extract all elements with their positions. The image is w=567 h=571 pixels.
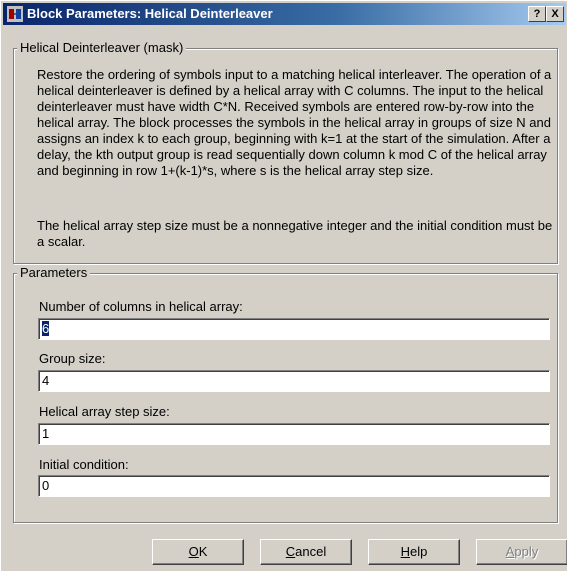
ok-button[interactable]: OK (152, 539, 244, 565)
step-size-label: Helical array step size: (39, 404, 170, 419)
help-button[interactable]: Help (368, 539, 460, 565)
apply-button[interactable]: Apply (476, 539, 567, 565)
description-legend: Helical Deinterleaver (mask) (17, 40, 187, 55)
window-title: Block Parameters: Helical Deinterleaver (27, 6, 273, 21)
num-columns-input[interactable]: 6 (38, 318, 550, 340)
group-size-value: 4 (42, 373, 50, 388)
apply-label: pply (514, 544, 539, 559)
initial-condition-label: Initial condition: (39, 457, 129, 472)
cancel-label: ancel (295, 544, 327, 559)
step-size-input[interactable]: 1 (38, 423, 550, 445)
initial-condition-value: 0 (42, 478, 50, 493)
step-size-value: 1 (42, 426, 50, 441)
ok-label: K (198, 544, 208, 559)
description-note: The helical array step size must be a no… (37, 218, 553, 249)
group-size-label: Group size: (39, 351, 106, 366)
close-button[interactable]: X (546, 6, 564, 22)
group-size-input[interactable]: 4 (38, 370, 550, 392)
title-bar[interactable]: Block Parameters: Helical Deinterleaver … (3, 3, 566, 25)
help-mnemonic: H (400, 544, 411, 559)
simulink-block-icon (7, 6, 23, 22)
parameters-legend: Parameters (17, 265, 91, 280)
description-text: Restore the ordering of symbols input to… (37, 67, 552, 178)
cancel-button[interactable]: Cancel (260, 539, 352, 565)
ok-mnemonic: O (188, 544, 199, 559)
help-label: elp (410, 544, 428, 559)
initial-condition-input[interactable]: 0 (38, 475, 550, 497)
num-columns-label: Number of columns in helical array: (39, 299, 243, 314)
context-help-button[interactable]: ? (528, 6, 546, 22)
num-columns-value: 6 (42, 321, 50, 336)
cancel-mnemonic: C (285, 544, 296, 559)
dialog-window: Block Parameters: Helical Deinterleaver … (0, 0, 567, 571)
